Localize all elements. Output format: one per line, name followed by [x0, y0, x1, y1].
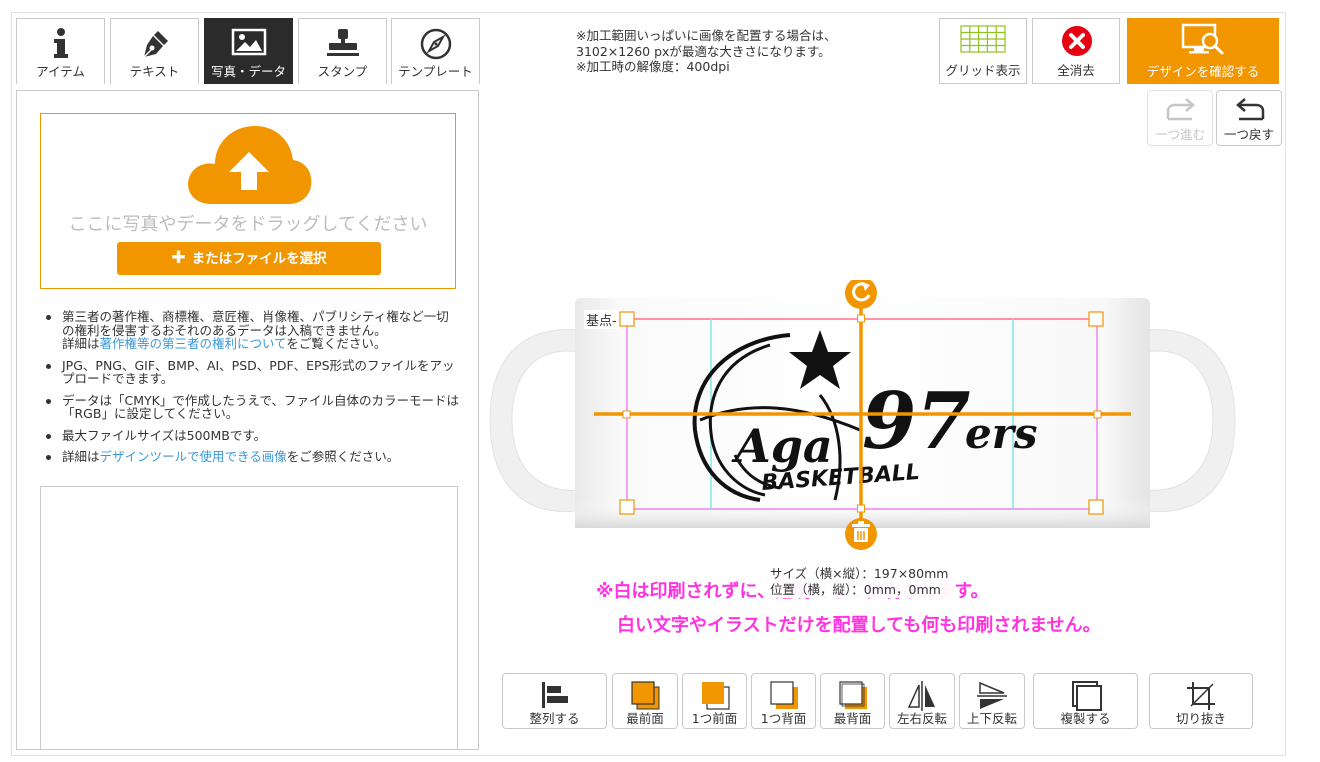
undo-button[interactable]: 一つ戻す — [1216, 90, 1282, 146]
image-icon — [231, 28, 266, 56]
resize-handle[interactable] — [1088, 311, 1104, 327]
plus-icon: ✚ — [171, 248, 186, 268]
resize-handle[interactable] — [619, 311, 635, 327]
base-point-label: 基点- — [584, 310, 619, 329]
base-point-text: 基点 — [586, 314, 613, 329]
note-item: 最大ファイルサイズは500MBです。 — [40, 428, 460, 443]
design-text-main: Aga — [731, 419, 833, 473]
duplicate-label: 複製する — [1060, 711, 1111, 726]
usable-images-link[interactable]: デザインツールで使用できる画像 — [100, 449, 287, 464]
copyright-link[interactable]: 著作権等の第三者の権利について — [100, 336, 287, 351]
redo-button[interactable]: 一つ進む — [1147, 90, 1213, 146]
bring-forward-label: 1つ前面 — [691, 711, 738, 726]
resize-handle[interactable] — [857, 504, 865, 513]
note-item: JPG、PNG、GIF、BMP、AI、PSD、PDF、EPS形式のファイルをアッ… — [40, 358, 460, 386]
grid-label: グリッド表示 — [945, 63, 1021, 78]
note-item: 詳細はデザインツールで使用できる画像をご参照ください。 — [40, 450, 460, 464]
flip-horizontal-button[interactable]: 左右反転 — [889, 673, 955, 729]
note-prefix: 詳細は — [62, 449, 100, 464]
tab-item-label: アイテム — [36, 64, 85, 79]
tab-stamp-label: スタンプ — [317, 64, 368, 79]
design-text-suffix: ers — [965, 409, 1038, 458]
mug-handle-right — [1139, 329, 1236, 512]
bring-to-front-button[interactable]: 最前面 — [612, 673, 678, 729]
tab-photo-data[interactable]: 写真・データ — [204, 18, 293, 84]
cloud-upload-icon — [187, 126, 312, 204]
confirm-design-button[interactable]: デザインを確認する — [1127, 18, 1279, 84]
tab-stamp[interactable]: スタンプ — [298, 18, 387, 84]
flip-vertical-label: 上下反転 — [966, 711, 1017, 726]
info-line: ※加工時の解像度：400dpi — [576, 59, 730, 74]
bring-forward-button[interactable]: 1つ前面 — [682, 673, 747, 729]
upload-notes: 第三者の著作権、商標権、意匠権、肖像権、パブリシティ権など一切の権利を侵害するお… — [40, 310, 460, 472]
redo-label: 一つ進む — [1154, 127, 1205, 142]
crop-button[interactable]: 切り抜き — [1149, 673, 1253, 729]
info-icon — [53, 28, 68, 58]
note-suffix: をご参照ください。 — [286, 449, 400, 464]
send-backward-button[interactable]: 1つ背面 — [751, 673, 816, 729]
send-to-back-button[interactable]: 最背面 — [820, 673, 885, 729]
size-position-readout: サイズ（横×縦）：197×80mm 位置（横，縦）：0mm，0mm — [764, 566, 955, 598]
align-left-icon — [541, 682, 568, 708]
clear-all-label: 全消去 — [1057, 63, 1095, 78]
send-backward-label: 1つ背面 — [760, 711, 807, 726]
redo-icon — [1166, 98, 1195, 121]
tab-text-label: テキスト — [129, 64, 180, 79]
info-line: ※加工範囲いっぱいに画像を配置する場合は、 — [576, 28, 837, 43]
resize-handle[interactable] — [1088, 499, 1104, 515]
tab-template[interactable]: テンプレート — [391, 18, 480, 84]
stamp-icon — [326, 29, 359, 56]
uploaded-files-list[interactable] — [40, 486, 458, 750]
grid-button[interactable]: グリッド表示 — [939, 18, 1027, 84]
warning-white-not-printed: 白い文字やイラストだけを配置しても何も印刷されません。 — [617, 615, 1101, 636]
note-prefix: 詳細は — [62, 336, 100, 351]
select-file-button[interactable]: ✚ またはファイルを選択 — [117, 242, 381, 275]
undo-label: 一つ戻す — [1223, 127, 1274, 142]
select-file-label: またはファイルを選択 — [191, 251, 327, 267]
upload-dropzone[interactable]: ここに写真やデータをドラッグしてください ✚ またはファイルを選択 — [40, 113, 456, 289]
note-suffix: をご覧ください。 — [286, 336, 387, 351]
flip-vertical-button[interactable]: 上下反転 — [959, 673, 1025, 729]
size-readout: サイズ（横×縦）：197×80mm — [770, 566, 949, 581]
clear-all-button[interactable]: 全消去 — [1032, 18, 1120, 84]
note-text: 第三者の著作権、商標権、意匠権、肖像権、パブリシティ権など一切の権利を侵害するお… — [62, 309, 449, 338]
send-to-back-label: 最背面 — [833, 711, 872, 726]
align-label: 整列する — [529, 711, 580, 726]
drag-hint: ここに写真やデータをドラッグしてください — [68, 214, 428, 235]
tab-item[interactable]: アイテム — [16, 18, 105, 84]
duplicate-button[interactable]: 複製する — [1033, 673, 1138, 729]
monitor-search-icon — [1181, 23, 1224, 55]
design-text-number: 97 — [862, 376, 971, 467]
tab-text[interactable]: テキスト — [110, 18, 199, 84]
info-line: 3102×1260 pxが最適な大きさになります。 — [576, 43, 831, 59]
crop-label: 切り抜き — [1175, 711, 1226, 726]
tab-template-label: テンプレート — [398, 64, 473, 79]
align-button[interactable]: 整列する — [502, 673, 607, 729]
trash-icon[interactable] — [845, 518, 877, 550]
grid-icon — [960, 25, 1006, 53]
resize-handle[interactable] — [619, 499, 635, 515]
compass-icon — [420, 28, 451, 60]
confirm-design-label: デザインを確認する — [1146, 64, 1260, 79]
resize-handle[interactable] — [857, 314, 865, 323]
position-readout: 位置（横，縦）：0mm，0mm — [770, 582, 941, 597]
resize-handle[interactable] — [622, 410, 631, 419]
flip-horizontal-label: 左右反転 — [896, 711, 947, 726]
resize-handle[interactable] — [1093, 410, 1102, 419]
note-item: データは「CMYK」で作成したうえで、ファイル自体のカラーモードは「RGB」に設… — [40, 393, 460, 421]
note-item: 第三者の著作権、商標権、意匠権、肖像権、パブリシティ権など一切の権利を侵害するお… — [40, 310, 460, 351]
close-circle-icon — [1062, 26, 1092, 56]
mug-handle-left — [489, 329, 586, 512]
resolution-info: ※加工範囲いっぱいに画像を配置する場合は、 3102×1260 pxが最適な大き… — [576, 28, 836, 75]
pen-icon — [142, 31, 168, 58]
tab-photo-data-label: 写真・データ — [210, 64, 286, 79]
bring-to-front-label: 最前面 — [626, 711, 664, 726]
undo-icon — [1236, 98, 1265, 121]
